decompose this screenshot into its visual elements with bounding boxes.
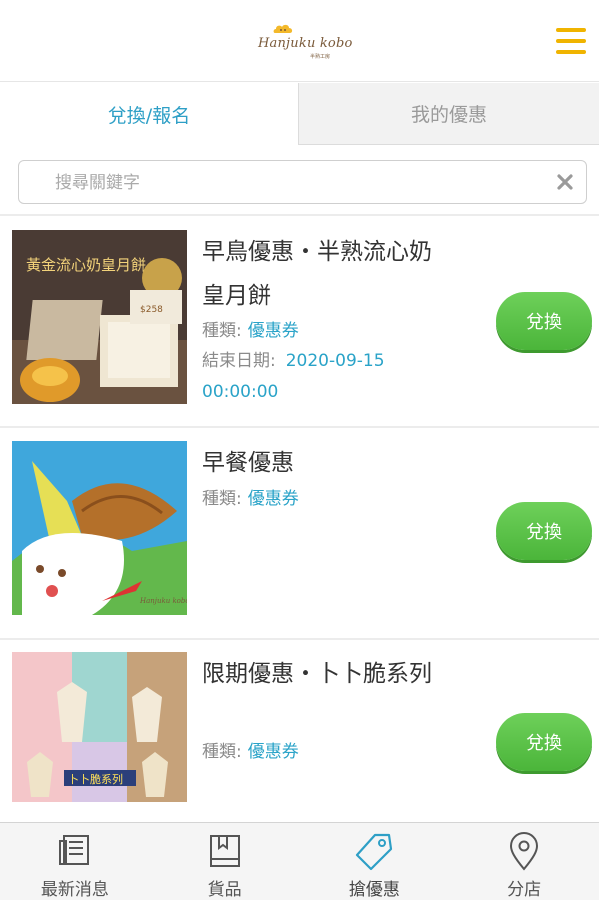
coupon-type-row: 種類: 優惠券 (202, 737, 299, 767)
mooncake-image-price: $258 (140, 305, 163, 315)
coupon-title: 限期優惠・卜卜脆系列 (202, 661, 432, 687)
end-date-value: 2020-09-15 (285, 351, 385, 371)
logo-cloud-icon (273, 24, 293, 33)
crispy-image-headline: 卜卜脆系列 (68, 772, 123, 786)
nav-item-news[interactable]: 最新消息 (0, 823, 150, 900)
nav-item-products[interactable]: 貨品 (150, 823, 300, 900)
redeem-button[interactable]: 兌換 (496, 292, 592, 350)
tab-my-offers[interactable]: 我的優惠 (298, 83, 599, 145)
end-time-value: 00:00:00 (202, 382, 279, 402)
clear-search-icon[interactable] (554, 171, 576, 193)
coupon-image-mooncake[interactable]: 黃金流心奶皇月餅 $258 (12, 230, 187, 404)
tab-redeem-register[interactable]: 兌換/報名 (0, 83, 298, 145)
location-pin-icon (510, 832, 539, 871)
tag-icon (356, 833, 393, 871)
nav-label-products: 貨品 (207, 880, 242, 900)
coupon-type-row: 種類: 優惠券 (202, 484, 299, 514)
mooncake-image-headline: 黃金流心奶皇月餅 (26, 256, 146, 274)
book-icon (209, 835, 240, 867)
redeem-button[interactable]: 兌換 (496, 713, 592, 771)
search-input[interactable] (55, 169, 535, 197)
nav-item-stores[interactable]: 分店 (449, 823, 599, 900)
mooncake-promo-image: 黃金流心奶皇月餅 $258 (12, 230, 187, 404)
crispy-promo-image: 卜卜脆系列 (12, 652, 187, 802)
list-divider (0, 638, 599, 640)
nav-label-news: 最新消息 (40, 880, 109, 900)
nav-label-offers: 搶優惠 (348, 880, 400, 900)
app-header: Hanjuku kobo 半熟工房 (0, 0, 599, 82)
coupon-title: 早餐優惠 (202, 450, 294, 476)
hamburger-menu-icon[interactable] (552, 26, 588, 56)
logo-subtext: 半熟工房 (310, 54, 331, 60)
logo-text: Hanjuku kobo (258, 36, 353, 51)
type-label: 種類: (202, 742, 242, 762)
list-divider (0, 426, 599, 428)
coupon-end-date-row: 結束日期: 2020-09-15 (202, 346, 385, 376)
end-date-label: 結束日期: (202, 351, 276, 371)
type-label: 種類: (202, 489, 242, 509)
bottom-navigation: 最新消息 貨品 搶優惠 分店 (0, 822, 599, 900)
breakfast-image-brand: Hanjuku kobo (139, 597, 187, 605)
coupon-title: 早鳥優惠・半熟流心奶皇月餅 (202, 239, 432, 309)
coupon-image-breakfast[interactable]: Hanjuku kobo (12, 441, 187, 615)
coupon-tabs: 兌換/報名 我的優惠 (0, 83, 599, 145)
type-value: 優惠券 (247, 321, 299, 341)
coupon-type-row: 種類: 優惠券 (202, 316, 299, 346)
redeem-button[interactable]: 兌換 (496, 502, 592, 560)
breakfast-promo-image: Hanjuku kobo (12, 441, 187, 615)
list-divider (0, 214, 599, 216)
type-value: 優惠券 (247, 489, 299, 509)
coupon-image-crispy[interactable]: 卜卜脆系列 (12, 652, 187, 802)
coupon-end-time-row: 00:00:00 (202, 377, 278, 407)
type-value: 優惠券 (247, 742, 299, 762)
nav-label-stores: 分店 (507, 880, 542, 900)
search-box (18, 160, 587, 204)
type-label: 種類: (202, 321, 242, 341)
brand-logo[interactable]: Hanjuku kobo 半熟工房 (258, 22, 353, 62)
nav-item-offers[interactable]: 搶優惠 (300, 823, 450, 900)
news-icon (58, 835, 89, 865)
